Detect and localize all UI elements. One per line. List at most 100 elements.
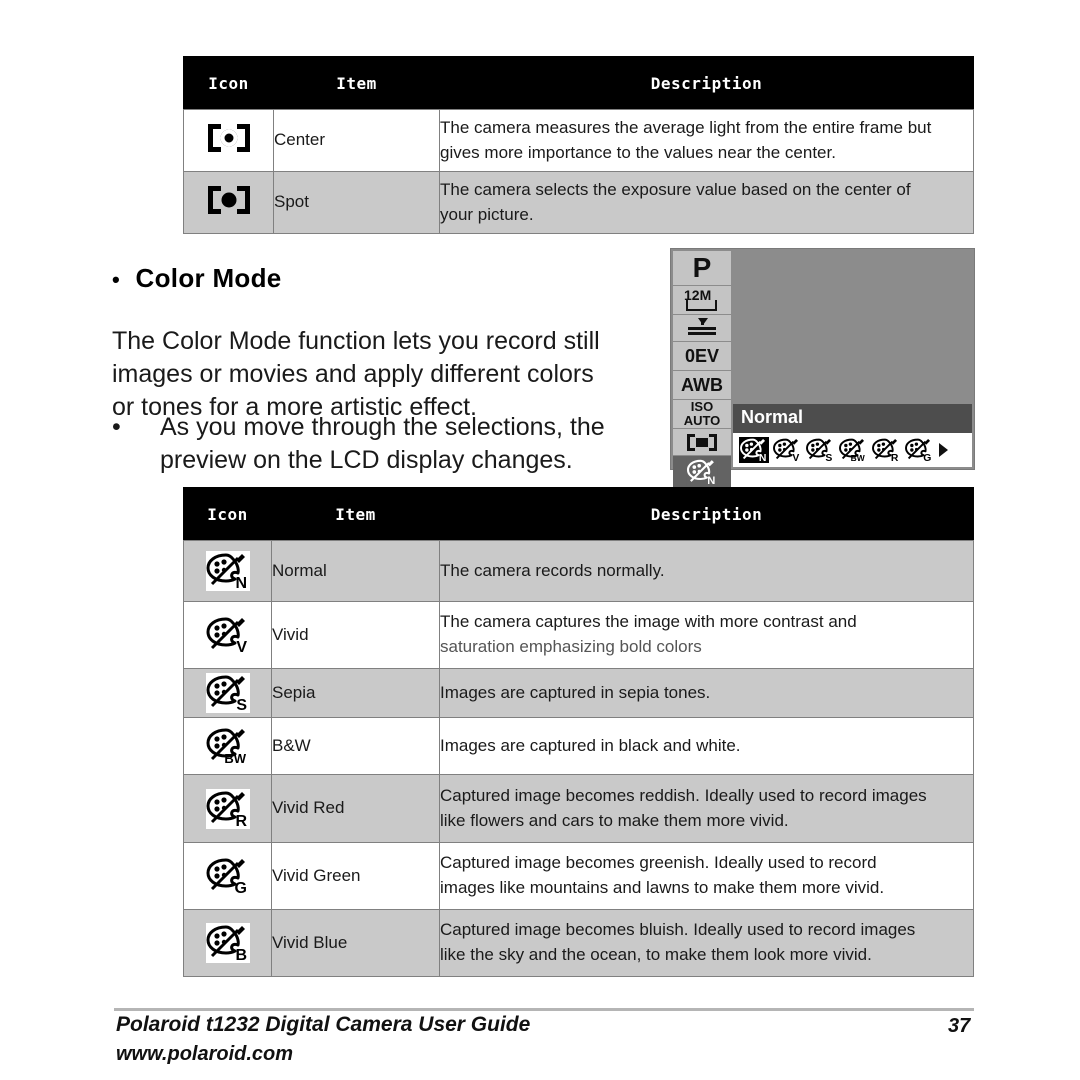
- iso-value: AUTO: [683, 413, 721, 428]
- cell-item-normal: Normal: [271, 540, 440, 602]
- iso-label: ISO: [690, 399, 714, 415]
- cell-icon-center: [183, 109, 274, 172]
- cell-icon-vivid-red: R: [183, 774, 272, 843]
- svg-text:S: S: [825, 453, 832, 463]
- cell-desc-center: The camera measures the average light fr…: [439, 109, 974, 172]
- cell-item-vivid-blue: Vivid Blue: [271, 909, 440, 977]
- resolution-icon: 12M: [682, 288, 722, 312]
- desc-line-1: The camera records normally.: [440, 560, 665, 580]
- desc-line-1: Images are captured in black and white.: [440, 735, 741, 755]
- desc-line-2: images like mountains and lawns to make …: [440, 878, 885, 897]
- metering-table: Icon Item Description Center The camera …: [183, 56, 974, 234]
- table-header-row: Icon Item Description: [183, 487, 974, 541]
- page-number: 37: [948, 1015, 971, 1037]
- section-paragraph: The Color Mode function lets you record …: [112, 325, 652, 424]
- sub-bullet-line-2: preview on the LCD display changes.: [160, 446, 573, 474]
- cell-desc-vivid-green: Captured image becomes greenish. Ideally…: [439, 842, 974, 910]
- desc-line-1: The camera measures the average light fr…: [440, 117, 932, 137]
- metering-spot-icon: [207, 186, 250, 214]
- table-row-bw: BW B&W Images are captured in black and …: [183, 717, 974, 775]
- paragraph-line-2: images or movies and apply different col…: [112, 360, 594, 388]
- table-row-vivid-red: R Vivid Red Captured image becomes reddi…: [183, 774, 974, 843]
- cell-item-sepia: Sepia: [271, 668, 440, 718]
- lcd-mode-dial-p: P: [673, 251, 731, 286]
- table-header-row: Icon Item Description: [183, 56, 974, 110]
- palette-icon-sepia: S: [205, 673, 250, 713]
- paragraph-line-1: The Color Mode function lets you record …: [112, 327, 600, 355]
- table-row-vivid-green: G Vivid Green Captured image becomes gre…: [183, 842, 974, 910]
- lcd-color-mode-active[interactable]: N: [673, 456, 731, 488]
- svg-text:BW: BW: [224, 751, 246, 766]
- cell-icon-vivid: V: [183, 601, 272, 669]
- menu-palette-icon-bw[interactable]: BW: [838, 437, 868, 463]
- palette-icon-rail: N: [686, 458, 718, 486]
- chevron-right-icon[interactable]: [939, 443, 948, 457]
- heading-bullet-icon: •: [112, 267, 121, 292]
- cell-desc-bw: Images are captured in black and white.: [439, 717, 974, 775]
- menu-palette-icon-normal[interactable]: N: [739, 437, 769, 463]
- palette-icon-vivid: V: [205, 615, 250, 655]
- metering-center-mini-icon: [687, 433, 717, 451]
- column-header-icon: Icon: [183, 487, 272, 541]
- column-header-item: Item: [271, 487, 440, 541]
- page-title: Color Mode: [135, 263, 282, 293]
- lcd-menu-title: Normal: [733, 404, 972, 433]
- svg-text:R: R: [891, 453, 899, 463]
- quality-fine-icon: [685, 317, 719, 339]
- document-page: Icon Item Description Center The camera …: [0, 0, 1080, 1080]
- svg-text:R: R: [235, 813, 247, 829]
- desc-line-2: your picture.: [440, 204, 534, 224]
- column-header-icon: Icon: [183, 56, 274, 110]
- desc-line-2: gives more importance to the values near…: [440, 142, 836, 162]
- menu-palette-icon-vivid[interactable]: V: [772, 437, 802, 463]
- svg-text:N: N: [235, 575, 247, 591]
- table-row-vivid-blue: B Vivid Blue Captured image becomes blui…: [183, 909, 974, 977]
- cell-item-center: Center: [273, 109, 440, 172]
- svg-text:N: N: [707, 475, 715, 486]
- section-heading: • Color Mode: [112, 263, 282, 294]
- cell-desc-sepia: Images are captured in sepia tones.: [439, 668, 974, 718]
- lcd-menu-icon-strip[interactable]: N V S BW R G: [733, 433, 972, 467]
- cell-item-spot: Spot: [273, 171, 440, 234]
- menu-palette-icon-sepia[interactable]: S: [805, 437, 835, 463]
- section-sub-bullet: • As you move through the selections, th…: [112, 411, 652, 477]
- desc-line-1: The camera selects the exposure value ba…: [440, 179, 911, 199]
- svg-text:G: G: [234, 880, 246, 896]
- svg-text:N: N: [759, 453, 767, 463]
- cell-icon-vivid-blue: B: [183, 909, 272, 977]
- lcd-iso: ISO AUTO: [673, 400, 731, 429]
- lcd-metering-mode: [673, 429, 731, 456]
- cell-icon-spot: [183, 171, 274, 234]
- desc-line-2: saturation emphasizing bold colors: [440, 637, 702, 656]
- sub-bullet-line-1: As you move through the selections, the: [160, 413, 605, 441]
- lcd-quality-fine: [673, 315, 731, 342]
- column-header-description: Description: [439, 56, 974, 110]
- metering-center-icon: [207, 124, 250, 152]
- palette-icon-vivid-red: R: [205, 788, 250, 829]
- cell-desc-vivid-blue: Captured image becomes bluish. Ideally u…: [439, 909, 974, 977]
- desc-line-2: like flowers and cars to make them more …: [440, 810, 789, 830]
- table-row-center: Center The camera measures the average l…: [183, 109, 974, 172]
- svg-text:V: V: [792, 453, 799, 463]
- menu-palette-icon-vivid-red[interactable]: R: [871, 437, 901, 463]
- cell-desc-spot: The camera selects the exposure value ba…: [439, 171, 974, 234]
- cell-item-bw: B&W: [271, 717, 440, 775]
- desc-line-1: Captured image becomes reddish. Ideally …: [440, 785, 927, 805]
- cell-desc-vivid-red: Captured image becomes reddish. Ideally …: [439, 774, 974, 843]
- lcd-white-balance: AWB: [673, 371, 731, 400]
- lcd-status-rail: P 12M 0EV AWB ISO AUTO N: [673, 251, 731, 488]
- cell-icon-sepia: S: [183, 668, 272, 718]
- menu-palette-icon-vivid-green[interactable]: G: [904, 437, 934, 463]
- lcd-resolution-12m: 12M: [673, 286, 731, 315]
- column-header-description: Description: [439, 487, 974, 541]
- desc-line-1: The camera captures the image with more …: [440, 612, 857, 632]
- svg-text:BW: BW: [851, 453, 865, 463]
- footer-divider: [114, 1008, 974, 1011]
- palette-icon-normal: N: [205, 551, 250, 591]
- palette-icon-bw: BW: [205, 726, 250, 766]
- desc-line-2: like the sky and the ocean, to make them…: [440, 945, 872, 964]
- svg-text:S: S: [236, 697, 247, 713]
- footer-website: www.polaroid.com: [116, 1043, 294, 1065]
- cell-item-vivid-green: Vivid Green: [271, 842, 440, 910]
- cell-desc-normal: The camera records normally.: [439, 540, 974, 602]
